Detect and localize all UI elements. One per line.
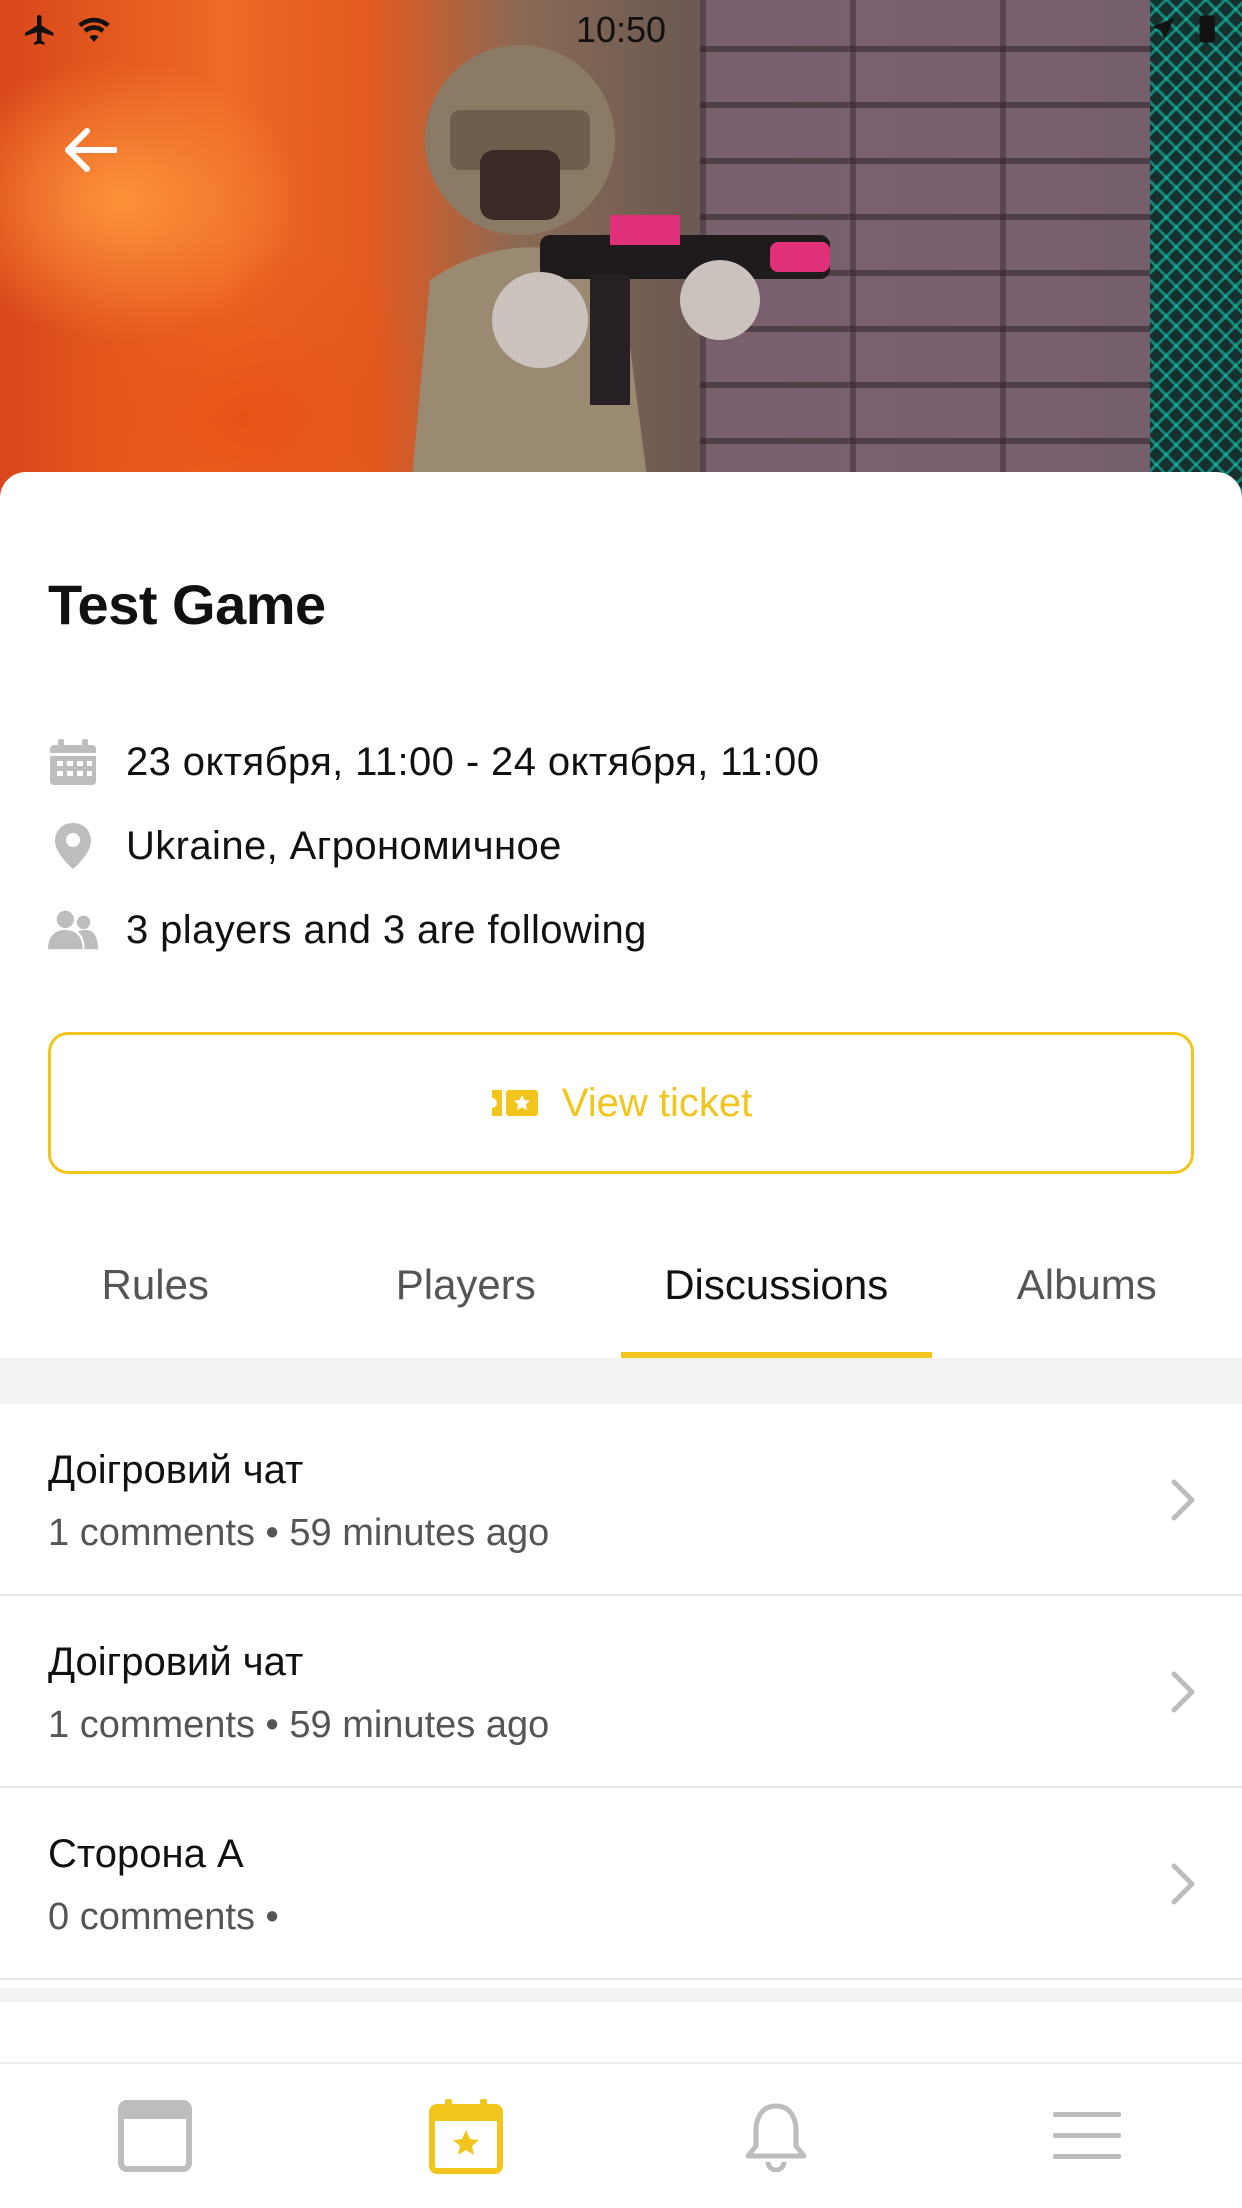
menu-icon: [1052, 2112, 1121, 2159]
event-cover-image: [0, 0, 1242, 500]
ticket-icon: [491, 1090, 538, 1116]
chevron-right-icon: [1171, 1479, 1195, 1521]
airplane-icon: [25, 15, 54, 45]
tab-discussions[interactable]: Discussions: [621, 1212, 932, 1358]
event-location-text: Ukraine, Агрономичное: [126, 823, 562, 868]
nav-feed[interactable]: [0, 2100, 311, 2172]
calendar-icon: [48, 737, 98, 787]
back-button[interactable]: [55, 115, 125, 185]
status-time: 10:50: [575, 9, 667, 50]
battery-icon: [1199, 15, 1215, 43]
event-location-row: Ukraine, Агрономичное: [48, 818, 562, 874]
location-arrow-icon: [1151, 17, 1175, 40]
nav-notifications[interactable]: [621, 2100, 932, 2172]
discussion-meta: 0 comments •: [48, 1896, 279, 1938]
tab-albums[interactable]: Albums: [932, 1212, 1242, 1358]
list-bottom-divider: [0, 1988, 1242, 2002]
chevron-right-icon: [1171, 1671, 1195, 1713]
event-date-text: 23 октября, 11:00 - 24 октября, 11:00: [126, 739, 820, 784]
chevron-right-icon: [1171, 1863, 1195, 1905]
location-pin-icon: [48, 821, 98, 871]
view-ticket-label: View ticket: [561, 1080, 753, 1125]
status-right-icons: [1148, 12, 1220, 46]
nav-menu[interactable]: [932, 2110, 1242, 2162]
arrow-left-icon: [65, 128, 117, 172]
nav-events[interactable]: [311, 2098, 622, 2174]
bottom-tab-bar: [0, 2062, 1242, 2208]
discussions-list: Доігровий чат 1 comments • 59 minutes ag…: [0, 1404, 1242, 1980]
discussion-item[interactable]: Сторона А 0 comments •: [0, 1788, 1242, 1980]
event-details-sheet: Test Game 23 октября, 11:00 - 24 октября…: [0, 472, 1242, 2208]
event-participants-row: 3 players and 3 are following: [48, 902, 647, 958]
discussion-title: Сторона А: [48, 1832, 244, 1876]
event-participants-text: 3 players and 3 are following: [126, 907, 647, 952]
soldier-illustration: [410, 45, 830, 500]
discussion-meta: 1 comments • 59 minutes ago: [48, 1512, 550, 1554]
view-ticket-button[interactable]: View ticket: [48, 1032, 1194, 1174]
discussion-title: Доігровий чат: [48, 1448, 304, 1492]
wifi-icon: [78, 17, 110, 42]
feed-icon: [118, 2100, 193, 2172]
event-tabs: Rules Players Discussions Albums: [0, 1212, 1242, 1358]
calendar-star-icon: [428, 2099, 503, 2174]
event-title: Test Game: [48, 573, 326, 636]
section-divider: [0, 1358, 1242, 1404]
discussion-item[interactable]: Доігровий чат 1 comments • 59 minutes ag…: [0, 1596, 1242, 1788]
status-bar: 10:50: [0, 0, 1242, 60]
bell-icon: [745, 2103, 807, 2172]
tab-rules[interactable]: Rules: [0, 1212, 311, 1358]
net-background: [1150, 0, 1242, 500]
discussion-item[interactable]: Доігровий чат 1 comments • 59 minutes ag…: [0, 1404, 1242, 1596]
people-icon: [48, 905, 98, 955]
discussion-meta: 1 comments • 59 minutes ago: [48, 1704, 550, 1746]
status-left-icons: [22, 12, 112, 48]
discussion-title: Доігровий чат: [48, 1640, 304, 1684]
event-date-row: 23 октября, 11:00 - 24 октября, 11:00: [48, 734, 819, 790]
tab-players[interactable]: Players: [311, 1212, 622, 1358]
